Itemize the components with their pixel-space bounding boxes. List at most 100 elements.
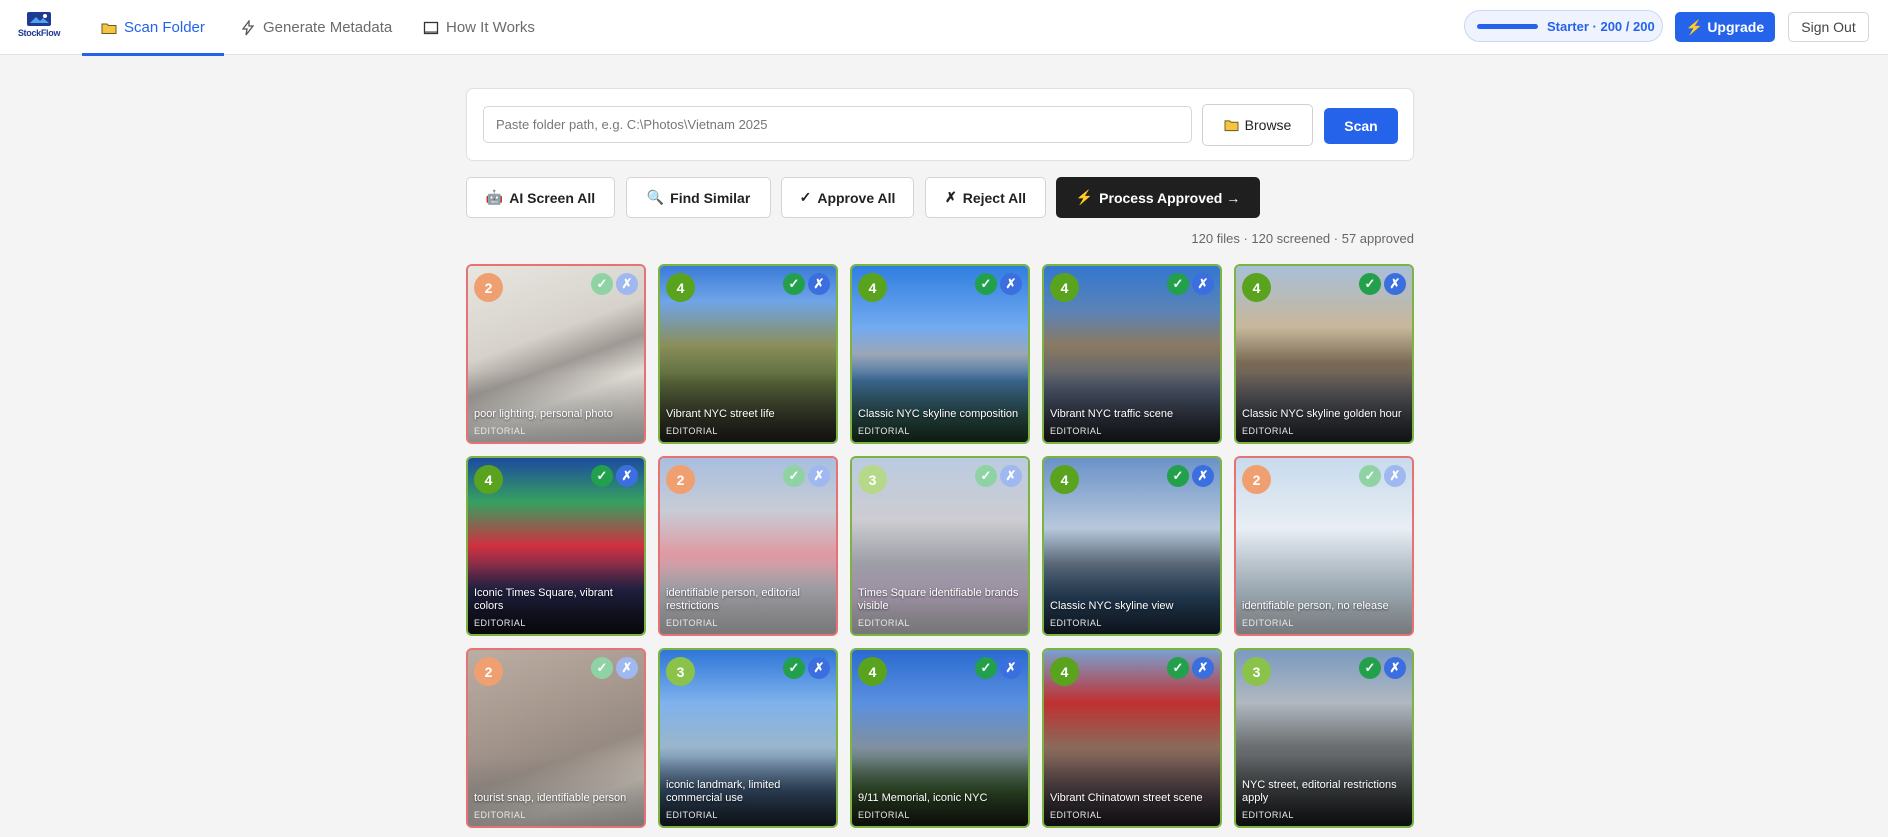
license-label: EDITORIAL	[474, 810, 526, 820]
reject-photo-button[interactable]: ✗	[1000, 273, 1022, 295]
folder-path-input[interactable]	[483, 106, 1192, 143]
approve-photo-button[interactable]: ✓	[591, 657, 613, 679]
sign-out-button[interactable]: Sign Out	[1788, 12, 1869, 42]
license-label: EDITORIAL	[858, 426, 910, 436]
plan-usage-badge[interactable]: Starter · 200 / 200	[1464, 10, 1663, 42]
tab-label: Scan Folder	[124, 19, 205, 36]
photo-caption: Classic NYC skyline golden hour	[1242, 408, 1402, 420]
find-similar-label: Find Similar	[670, 189, 751, 206]
approve-photo-button[interactable]: ✓	[591, 273, 613, 295]
photo-card[interactable]: 4 ✓ ✗ Iconic Times Square, vibrant colors ED…	[466, 456, 646, 636]
reject-photo-button[interactable]: ✗	[616, 657, 638, 679]
reject-all-button[interactable]: ✗ Reject All	[925, 177, 1046, 218]
reject-photo-button[interactable]: ✗	[1000, 657, 1022, 679]
license-label: EDITORIAL	[1242, 618, 1294, 628]
scan-button[interactable]: Scan	[1324, 108, 1398, 144]
tab-generate-metadata[interactable]: Generate Metadata	[240, 0, 392, 55]
stockflow-logo[interactable]: StockFlow	[14, 9, 64, 45]
license-label: EDITORIAL	[474, 426, 526, 436]
browse-button[interactable]: Browse	[1202, 104, 1313, 146]
ai-screen-all-button[interactable]: 🤖 AI Screen All	[466, 177, 615, 218]
photo-caption: Vibrant NYC traffic scene	[1050, 408, 1174, 420]
photo-card[interactable]: 2 ✓ ✗ tourist snap, identifiable person EDIT…	[466, 648, 646, 828]
upgrade-button[interactable]: ⚡ Upgrade	[1675, 12, 1775, 42]
photo-card[interactable]: 4 ✓ ✗ Vibrant Chinatown street scene EDITORI…	[1042, 648, 1222, 828]
reject-photo-button[interactable]: ✗	[1000, 465, 1022, 487]
photo-card[interactable]: 3 ✓ ✗ iconic landmark, limited commercial u…	[658, 648, 838, 828]
quality-score-badge: 3	[1242, 657, 1271, 686]
reject-photo-button[interactable]: ✗	[808, 465, 830, 487]
photo-card[interactable]: 4 ✓ ✗ Classic NYC skyline composition EDITOR…	[850, 264, 1030, 444]
photo-card[interactable]: 4 ✓ ✗ Classic NYC skyline golden hour EDITOR…	[1234, 264, 1414, 444]
folder-icon	[101, 23, 117, 34]
folder-icon	[1224, 119, 1239, 131]
photo-caption: Classic NYC skyline view	[1050, 600, 1174, 612]
check-icon: ✓	[799, 189, 812, 205]
reject-photo-button[interactable]: ✗	[616, 273, 638, 295]
bolt-icon: ⚡	[1075, 189, 1094, 205]
approve-photo-button[interactable]: ✓	[783, 465, 805, 487]
reject-photo-button[interactable]: ✗	[808, 657, 830, 679]
plan-usage-text: Starter · 200 / 200	[1547, 18, 1655, 34]
license-label: EDITORIAL	[666, 618, 718, 628]
approve-all-button[interactable]: ✓ Approve All	[781, 177, 914, 218]
tab-scan-folder[interactable]: Scan Folder	[82, 0, 224, 56]
reject-photo-button[interactable]: ✗	[1384, 465, 1406, 487]
usage-bar	[1477, 23, 1538, 29]
reject-photo-button[interactable]: ✗	[1384, 273, 1406, 295]
folder-path-panel: Browse Scan	[466, 88, 1414, 161]
approve-photo-button[interactable]: ✓	[783, 273, 805, 295]
reject-all-label: Reject All	[962, 189, 1026, 206]
photo-card[interactable]: 4 ✓ ✗ Classic NYC skyline view EDITORIAL	[1042, 456, 1222, 636]
process-approved-label: Process Approved →	[1099, 189, 1241, 206]
photo-card[interactable]: 2 ✓ ✗ identifiable person, editorial restri…	[658, 456, 838, 636]
reject-photo-button[interactable]: ✗	[1192, 465, 1214, 487]
photo-caption: tourist snap, identifiable person	[474, 792, 627, 804]
approve-photo-button[interactable]: ✓	[975, 273, 997, 295]
approve-photo-button[interactable]: ✓	[975, 657, 997, 679]
approve-photo-button[interactable]: ✓	[1359, 657, 1381, 679]
find-similar-button[interactable]: 🔍 Find Similar	[626, 177, 771, 218]
photo-caption: identifiable person, editorial restricti…	[666, 587, 800, 612]
approve-photo-button[interactable]: ✓	[1359, 465, 1381, 487]
process-approved-button[interactable]: ⚡ Process Approved →	[1056, 177, 1260, 218]
photo-card[interactable]: 3 ✓ ✗ NYC street, editorial restrictions ap…	[1234, 648, 1414, 828]
brand-name: StockFlow	[17, 28, 61, 38]
tab-label: How It Works	[446, 19, 535, 36]
photo-card[interactable]: 4 ✓ ✗ Vibrant NYC street life EDITORIAL	[658, 264, 838, 444]
approve-photo-button[interactable]: ✓	[1167, 657, 1189, 679]
approve-all-label: Approve All	[817, 189, 896, 206]
approve-photo-button[interactable]: ✓	[783, 657, 805, 679]
tab-how-it-works[interactable]: How It Works	[423, 0, 535, 55]
photo-caption: Classic NYC skyline composition	[858, 408, 1019, 420]
reject-photo-button[interactable]: ✗	[1192, 657, 1214, 679]
browse-label: Browse	[1244, 117, 1292, 133]
photo-card[interactable]: 4 ✓ ✗ 9/11 Memorial, iconic NYC EDITORIAL	[850, 648, 1030, 828]
approve-photo-button[interactable]: ✓	[1167, 273, 1189, 295]
upgrade-label: Upgrade	[1707, 19, 1765, 35]
logo-camera-icon	[27, 12, 51, 26]
reject-photo-button[interactable]: ✗	[808, 273, 830, 295]
photo-card[interactable]: 3 ✓ ✗ Times Square identifiable brands visi…	[850, 456, 1030, 636]
quality-score-badge: 2	[1242, 465, 1271, 494]
reject-photo-button[interactable]: ✗	[616, 465, 638, 487]
license-label: EDITORIAL	[666, 810, 718, 820]
approve-photo-button[interactable]: ✓	[1167, 465, 1189, 487]
quality-score-badge: 4	[666, 273, 695, 302]
approve-photo-button[interactable]: ✓	[975, 465, 997, 487]
photo-card[interactable]: 2 ✓ ✗ poor lighting, personal photo EDITORIA…	[466, 264, 646, 444]
bolt-icon: ⚡	[1685, 18, 1704, 35]
photo-caption: iconic landmark, limited commercial use	[666, 779, 781, 804]
photo-card[interactable]: 4 ✓ ✗ Vibrant NYC traffic scene EDITORIAL	[1042, 264, 1222, 444]
scan-summary: 120 files · 120 screened · 57 approved	[1191, 231, 1414, 246]
reject-photo-button[interactable]: ✗	[1384, 657, 1406, 679]
approve-photo-button[interactable]: ✓	[1359, 273, 1381, 295]
license-label: EDITORIAL	[858, 810, 910, 820]
license-label: EDITORIAL	[858, 618, 910, 628]
quality-score-badge: 4	[1050, 657, 1079, 686]
approve-photo-button[interactable]: ✓	[591, 465, 613, 487]
reject-photo-button[interactable]: ✗	[1192, 273, 1214, 295]
license-label: EDITORIAL	[1050, 426, 1102, 436]
photo-card[interactable]: 2 ✓ ✗ identifiable person, no release EDITOR…	[1234, 456, 1414, 636]
quality-score-badge: 3	[666, 657, 695, 686]
